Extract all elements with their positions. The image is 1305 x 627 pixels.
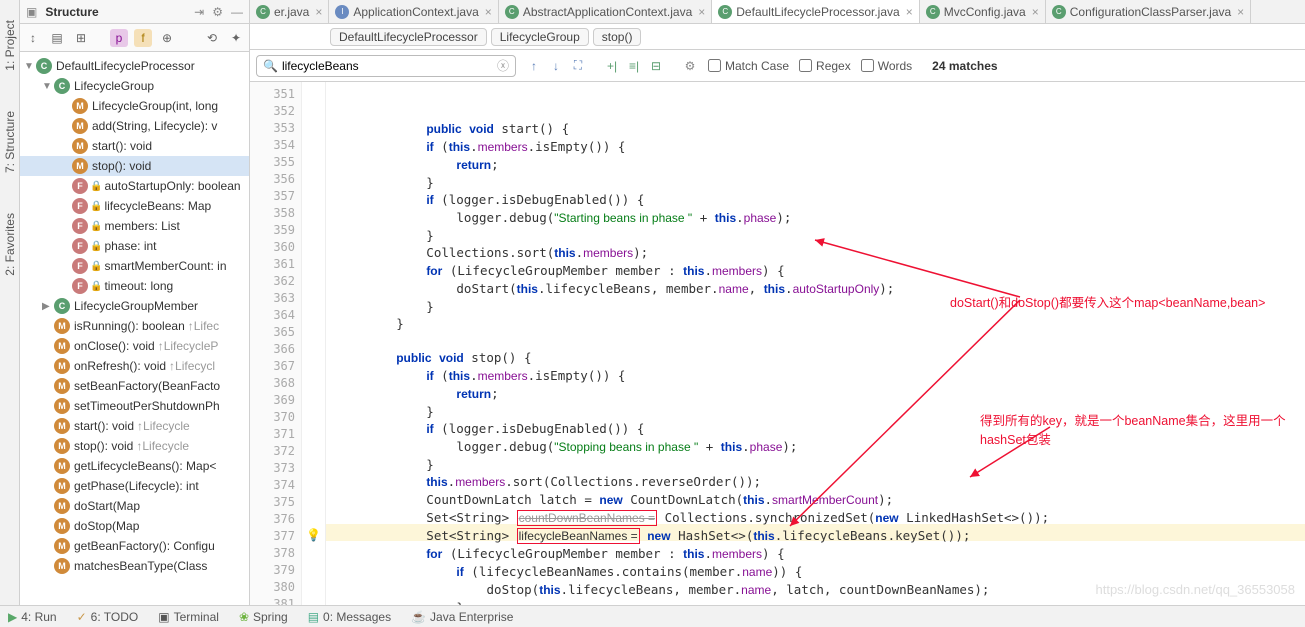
status-bar: ▶4: Run ✓6: TODO ▣Terminal ❀Spring ▤0: M… [0, 605, 1305, 627]
next-match-icon[interactable]: ↓ [548, 59, 564, 73]
tree-item[interactable]: F🔒timeout: long [20, 276, 249, 296]
code-area: 351 352 353 354 355 356 357 358 359 360 … [250, 82, 1305, 627]
add-selection-icon[interactable]: +| [604, 59, 620, 73]
filter-icon[interactable]: ▤ [48, 29, 66, 47]
regex-checkbox[interactable]: Regex [799, 59, 851, 73]
search-settings-icon[interactable]: ⚙ [682, 59, 698, 73]
structure-tool-tab[interactable]: 7: Structure [3, 111, 17, 173]
gear-icon[interactable]: ⚙ [212, 5, 223, 19]
file-tab[interactable]: CAbstractApplicationContext.java× [499, 0, 712, 23]
search-input[interactable] [282, 59, 493, 73]
remove-selection-icon[interactable]: ⊟ [648, 59, 664, 73]
search-nav-icons: ↑ ↓ ⛶ +| ≡| ⊟ ⚙ [526, 58, 698, 73]
show-inherited-icon[interactable]: ⊕ [158, 29, 176, 47]
close-tab-icon[interactable]: × [1032, 5, 1039, 19]
file-tab[interactable]: Cer.java× [250, 0, 329, 23]
gutter-icons: 💡 [302, 82, 326, 627]
tree-item[interactable]: MLifecycleGroup(int, long [20, 96, 249, 116]
search-icon: 🔍 [263, 59, 278, 73]
line-gutter[interactable]: 351 352 353 354 355 356 357 358 359 360 … [250, 82, 302, 627]
close-tab-icon[interactable]: × [485, 5, 492, 19]
structure-panel: ▣ Structure ⇥ ⚙ — ↕ ▤ ⊞ p f ⊕ ⟲ ✦ ▼CDefa… [20, 0, 250, 627]
favorites-tool-tab[interactable]: 2: Favorites [3, 213, 17, 276]
clear-search-icon[interactable]: ⓧ [497, 57, 509, 74]
select-all-icon[interactable]: ⛶ [570, 58, 586, 73]
tree-item[interactable]: F🔒lifecycleBeans: Map [20, 196, 249, 216]
watermark: https://blog.csdn.net/qq_36553058 [1096, 582, 1296, 597]
file-tab[interactable]: CDefaultLifecycleProcessor.java× [712, 0, 919, 23]
panel-title: Structure [45, 5, 98, 19]
show-fields-icon[interactable]: f [134, 29, 152, 47]
breadcrumb-method[interactable]: stop() [593, 28, 642, 46]
bulb-icon[interactable]: 💡 [306, 528, 321, 542]
tree-item[interactable]: MdoStart(Map [20, 496, 249, 516]
run-toolwindow[interactable]: ▶4: Run [8, 610, 57, 624]
structure-header: ▣ Structure ⇥ ⚙ — [20, 0, 249, 24]
tree-item[interactable]: MgetLifecycleBeans(): Map< [20, 456, 249, 476]
tree-item[interactable]: Mstop(): void [20, 156, 249, 176]
breadcrumb: DefaultLifecycleProcessor LifecycleGroup… [250, 24, 1305, 50]
structure-toolbar: ↕ ▤ ⊞ p f ⊕ ⟲ ✦ [20, 24, 249, 52]
breadcrumb-inner-class[interactable]: LifecycleGroup [491, 28, 589, 46]
tree-item[interactable]: Madd(String, Lifecycle): v [20, 116, 249, 136]
words-checkbox[interactable]: Words [861, 59, 912, 73]
tree-item[interactable]: Mstop(): void↑Lifecycle [20, 436, 249, 456]
vertical-tool-tabs: 1: Project 7: Structure 2: Favorites [0, 0, 20, 627]
tree-item[interactable]: MgetPhase(Lifecycle): int [20, 476, 249, 496]
autoscroll-icon[interactable]: ⟲ [203, 29, 221, 47]
spring-toolwindow[interactable]: ❀Spring [239, 610, 288, 624]
tree-item[interactable]: F🔒smartMemberCount: in [20, 256, 249, 276]
file-tab[interactable]: CConfigurationClassParser.java× [1046, 0, 1251, 23]
annotation-1: doStart()和doStop()都要传入这个map<beanName,bea… [950, 292, 1305, 311]
tree-item[interactable]: MsetTimeoutPerShutdownPh [20, 396, 249, 416]
tree-item[interactable]: MdoStop(Map [20, 516, 249, 536]
close-tab-icon[interactable]: × [906, 5, 913, 19]
collapse-icon[interactable]: ▣ [26, 5, 37, 19]
tree-root[interactable]: ▼CDefaultLifecycleProcessor [20, 56, 249, 76]
expand-icon[interactable]: ⊞ [72, 29, 90, 47]
file-tabs: Cer.java×IApplicationContext.java×CAbstr… [250, 0, 1305, 24]
code-editor[interactable]: public void start() { if (this.members.i… [326, 82, 1305, 627]
breadcrumb-class[interactable]: DefaultLifecycleProcessor [330, 28, 487, 46]
tree-item[interactable]: ▼CLifecycleGroup [20, 76, 249, 96]
minimize-icon[interactable]: — [231, 5, 243, 19]
todo-toolwindow[interactable]: ✓6: TODO [77, 610, 139, 624]
tree-item[interactable]: Mstart(): void [20, 136, 249, 156]
hide-icon[interactable]: ⇥ [194, 5, 204, 19]
select-occurrences-icon[interactable]: ≡| [626, 59, 642, 73]
tree-item[interactable]: MgetBeanFactory(): Configu [20, 536, 249, 556]
settings-icon[interactable]: ✦ [227, 29, 245, 47]
tree-item[interactable]: F🔒members: List [20, 216, 249, 236]
tree-item[interactable]: MmatchesBeanType(Class [20, 556, 249, 576]
terminal-toolwindow[interactable]: ▣Terminal [158, 610, 219, 624]
editor-area: Cer.java×IApplicationContext.java×CAbstr… [250, 0, 1305, 627]
prev-match-icon[interactable]: ↑ [526, 59, 542, 73]
sort-icon[interactable]: ↕ [24, 29, 42, 47]
annotation-2: 得到所有的key，就是一个beanName集合，这里用一个hashSet包装 [980, 410, 1305, 448]
file-tab[interactable]: CMvcConfig.java× [920, 0, 1046, 23]
tree-item[interactable]: F🔒phase: int [20, 236, 249, 256]
match-count: 24 matches [932, 59, 997, 73]
tree-item[interactable]: Mstart(): void↑Lifecycle [20, 416, 249, 436]
show-properties-icon[interactable]: p [110, 29, 128, 47]
close-tab-icon[interactable]: × [315, 5, 322, 19]
messages-toolwindow[interactable]: ▤0: Messages [308, 610, 391, 624]
search-input-wrap: 🔍 ⓧ [256, 55, 516, 77]
tree-item[interactable]: ▶CLifecycleGroupMember [20, 296, 249, 316]
java-ee-toolwindow[interactable]: ☕Java Enterprise [411, 610, 513, 624]
file-tab[interactable]: IApplicationContext.java× [329, 0, 498, 23]
tree-item[interactable]: MisRunning(): boolean↑Lifec [20, 316, 249, 336]
tree-item[interactable]: MsetBeanFactory(BeanFacto [20, 376, 249, 396]
match-case-checkbox[interactable]: Match Case [708, 59, 789, 73]
tree-item[interactable]: MonRefresh(): void↑Lifecycl [20, 356, 249, 376]
close-tab-icon[interactable]: × [698, 5, 705, 19]
tree-item[interactable]: F🔒autoStartupOnly: boolean [20, 176, 249, 196]
close-tab-icon[interactable]: × [1237, 5, 1244, 19]
structure-tree[interactable]: ▼CDefaultLifecycleProcessor▼CLifecycleGr… [20, 52, 249, 627]
search-bar: 🔍 ⓧ ↑ ↓ ⛶ +| ≡| ⊟ ⚙ Match Case Regex Wor… [250, 50, 1305, 82]
project-tool-tab[interactable]: 1: Project [3, 20, 17, 71]
tree-item[interactable]: MonClose(): void↑LifecycleP [20, 336, 249, 356]
